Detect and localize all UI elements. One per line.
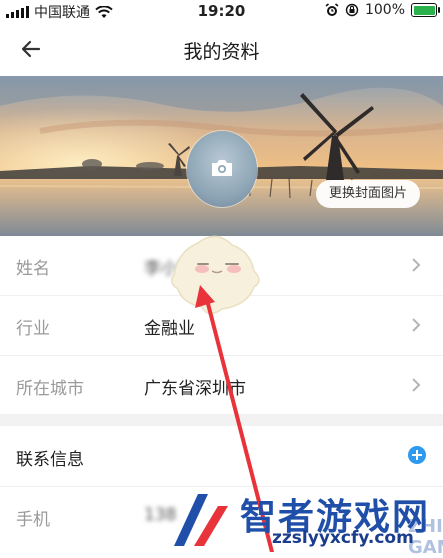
plus-circle-icon[interactable] (408, 446, 426, 464)
section-gap (0, 414, 443, 426)
row-label: 行业 (16, 319, 50, 339)
chevron-right-icon (412, 258, 421, 272)
row-value: 广东省深圳市 (144, 379, 246, 399)
avatar[interactable] (187, 131, 257, 207)
nav-header: 我的资料 (0, 24, 443, 76)
change-cover-button[interactable]: 更换封面图片 (316, 180, 421, 208)
section-title: 联系信息 (16, 450, 84, 470)
camera-icon (212, 160, 232, 176)
battery-percent: 100% (364, 2, 405, 18)
watermark: 智者游戏网 ZHIZHE GAME zzslyyxcfy.com (168, 486, 443, 558)
page-title: 我的资料 (183, 41, 260, 63)
site-logo-icon (174, 494, 228, 546)
cover-image[interactable]: 更换封面图片 (0, 76, 443, 236)
status-right: 100% (325, 2, 440, 18)
row-label: 姓名 (16, 259, 50, 279)
status-bar: 中国联通 19:20 100% (0, 0, 443, 24)
battery-icon (411, 3, 440, 17)
chevron-right-icon (412, 318, 421, 332)
alarm-icon (325, 3, 339, 16)
contact-section-header: 联系信息 (0, 426, 443, 486)
profile-row-city[interactable]: 所在城市 广东省深圳市 (0, 356, 443, 414)
watermark-url: zzslyyxcfy.com (272, 528, 414, 548)
row-label: 所在城市 (16, 379, 84, 399)
mascot-sticker (171, 235, 260, 315)
row-label: 手机 (16, 510, 50, 530)
chevron-right-icon (412, 378, 421, 392)
rotation-lock-icon (345, 3, 359, 17)
